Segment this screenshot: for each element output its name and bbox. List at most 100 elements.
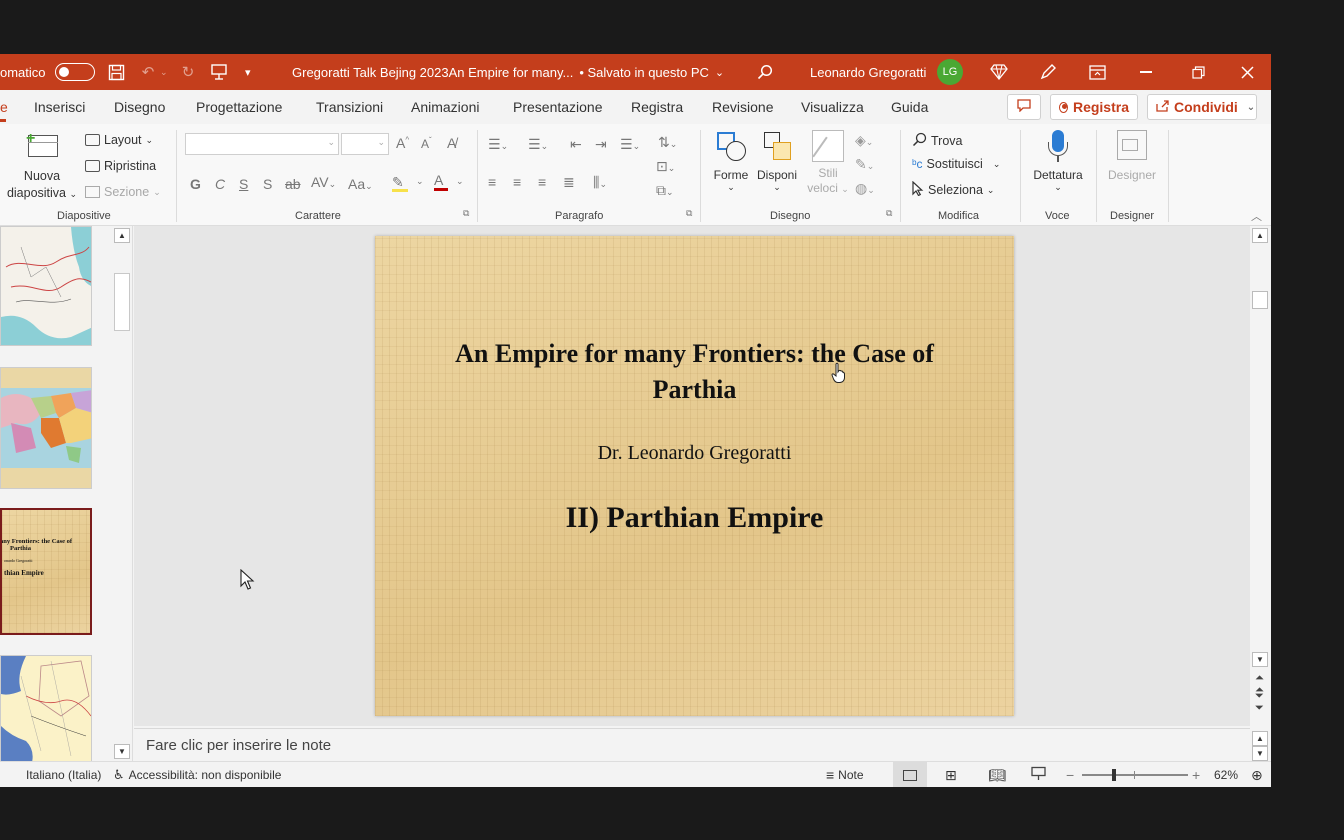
slide-title-line1[interactable]: An Empire for many Frontiers: the Case o… (375, 336, 1014, 372)
layout-button[interactable]: Layout ⌄ (85, 133, 153, 147)
dialog-launcher-icon[interactable]: ⧉ (686, 208, 692, 219)
slide-section-title[interactable]: II) Parthian Empire (375, 501, 1014, 535)
user-name[interactable]: Leonardo Gregoratti (810, 65, 926, 80)
font-color-button[interactable]: A (434, 172, 448, 191)
thumbnails-scrollbar[interactable]: ▲ ▼ (114, 226, 130, 761)
save-status[interactable]: • Salvato in questo PC (579, 65, 709, 80)
scroll-up-icon[interactable]: ▲ (1252, 228, 1268, 243)
justify-icon[interactable]: ≣ (563, 174, 575, 191)
slide-thumbnail[interactable] (0, 226, 92, 346)
record-button[interactable]: Registra (1050, 94, 1138, 120)
close-icon[interactable] (1238, 63, 1256, 81)
slide-author[interactable]: Dr. Leonardo Gregoratti (375, 442, 1014, 465)
font-name-combo[interactable]: ⌄ (185, 133, 339, 155)
underline-button[interactable]: S (239, 176, 248, 192)
select-button[interactable]: Seleziona ⌄ (912, 180, 994, 199)
undo-dropdown-icon[interactable]: ⌄ (160, 67, 168, 78)
tab-animazioni[interactable]: Animazioni (411, 99, 479, 115)
tab-registra[interactable]: Registra (631, 99, 683, 115)
save-icon[interactable] (107, 63, 125, 81)
section-button[interactable]: Sezione ⌄ (85, 185, 161, 199)
strikethrough-button[interactable]: ab (285, 176, 301, 192)
slide-title-line2[interactable]: Parthia (375, 372, 1014, 408)
title-chevron-down-icon[interactable]: ⌄ (715, 66, 724, 79)
slide-thumbnail-current[interactable]: any Frontiers: the Case of Parthia onard… (0, 508, 92, 635)
reading-view-button[interactable]: 📖︎ (988, 762, 1006, 787)
slide-sorter-button[interactable]: ⊞ (945, 762, 957, 787)
collapse-ribbon-icon[interactable]: ︿ (1251, 208, 1262, 224)
tab-disegno[interactable]: Disegno (114, 99, 165, 115)
numbering-icon[interactable]: ☰⌄ (528, 136, 548, 153)
tab-transizioni[interactable]: Transizioni (316, 99, 383, 115)
scroll-thumb[interactable] (1252, 291, 1268, 309)
zoom-slider[interactable] (1082, 762, 1188, 787)
scroll-down-icon[interactable]: ▼ (1252, 746, 1268, 761)
highlight-dropdown-icon[interactable]: ⌄ (416, 176, 424, 187)
minimize-icon[interactable] (1140, 71, 1152, 73)
share-button[interactable]: Condividi ⌄ (1147, 94, 1257, 120)
smartart-icon[interactable]: ⧉⌄ (656, 182, 674, 199)
scroll-thumb[interactable] (114, 273, 130, 331)
change-case-button[interactable]: Aa⌄ (348, 176, 373, 192)
increase-font-icon[interactable]: A^ (396, 135, 409, 151)
replace-button[interactable]: ᵇc Sostituisci ⌄ (912, 157, 1000, 171)
notes-button[interactable]: ≡ Note (826, 762, 864, 787)
fit-to-window-button[interactable]: ⊕ (1251, 762, 1263, 787)
shadow-button[interactable]: S (263, 176, 272, 192)
reset-button[interactable]: Ripristina (85, 159, 156, 173)
present-from-start-icon[interactable] (210, 63, 228, 81)
arrange-button[interactable]: Disponi ⌄ (754, 130, 800, 193)
shape-outline-icon[interactable]: ✎⌄ (855, 156, 874, 173)
search-icon[interactable] (756, 63, 774, 81)
slide-scrollbar[interactable]: ▲ ▼ ⏶ ⏶ ⏷ ⏷ (1252, 226, 1268, 726)
scroll-up-icon[interactable]: ▲ (1252, 731, 1268, 746)
slideshow-button[interactable] (1031, 762, 1046, 787)
undo-icon[interactable]: ↶ (139, 63, 157, 81)
zoom-out-button[interactable]: − (1066, 762, 1074, 787)
restore-icon[interactable] (1189, 63, 1207, 81)
clear-format-icon[interactable]: A̸ (447, 135, 456, 151)
align-left-icon[interactable]: ≡ (488, 174, 496, 190)
scroll-down-icon[interactable]: ▼ (1252, 652, 1268, 667)
next-slide-icon[interactable]: ⏷ ⏷ (1255, 690, 1264, 714)
increase-indent-icon[interactable]: ⇥ (595, 136, 607, 153)
current-slide[interactable]: An Empire for many Frontiers: the Case o… (375, 236, 1014, 716)
dialog-launcher-icon[interactable]: ⧉ (886, 208, 892, 219)
slide-thumbnail[interactable] (0, 367, 92, 489)
tab-home[interactable]: e (0, 99, 8, 115)
align-right-icon[interactable]: ≡ (538, 174, 546, 190)
zoom-level[interactable]: 62% (1214, 768, 1238, 782)
notes-scrollbar[interactable]: ▲ ▼ (1252, 731, 1268, 761)
avatar[interactable]: LG (937, 59, 963, 85)
shapes-button[interactable]: Forme ⌄ (710, 130, 752, 193)
language-indicator[interactable]: Italiano (Italia) (26, 768, 101, 782)
pen-icon[interactable] (1039, 63, 1057, 81)
tab-guida[interactable]: Guida (891, 99, 928, 115)
shape-fill-icon[interactable]: ◈⌄ (855, 132, 873, 149)
text-direction-icon[interactable]: ⇅⌄ (658, 134, 677, 151)
tab-presentazione[interactable]: Presentazione (513, 99, 603, 115)
shape-effects-icon[interactable]: ◍⌄ (855, 180, 875, 197)
autosave-toggle[interactable] (55, 63, 95, 81)
bold-button[interactable]: G (190, 176, 201, 192)
customize-toolbar-icon[interactable]: ▾ (245, 66, 251, 79)
tab-visualizza[interactable]: Visualizza (801, 99, 864, 115)
tab-progettazione[interactable]: Progettazione (196, 99, 282, 115)
quick-styles-button[interactable]: Stili veloci ⌄ (806, 130, 850, 197)
tab-revisione[interactable]: Revisione (712, 99, 773, 115)
line-spacing-icon[interactable]: ☰⌄ (620, 136, 640, 153)
font-size-combo[interactable]: ⌄ (341, 133, 389, 155)
zoom-slider-thumb[interactable] (1112, 769, 1116, 781)
spacing-button[interactable]: AV⌄ (311, 174, 336, 190)
diamond-icon[interactable] (990, 63, 1008, 81)
decrease-font-icon[interactable]: Aˇ (421, 136, 432, 151)
bullets-icon[interactable]: ☰⌄ (488, 136, 508, 153)
ribbon-display-icon[interactable] (1088, 63, 1106, 81)
redo-icon[interactable]: ↻ (179, 63, 197, 81)
italic-button[interactable]: C (215, 176, 225, 192)
tab-inserisci[interactable]: Inserisci (34, 99, 85, 115)
dictate-button[interactable]: Dettatura ⌄ (1028, 130, 1088, 193)
slide-thumbnail[interactable] (0, 655, 92, 761)
notes-placeholder[interactable]: Fare clic per inserire le note (146, 737, 331, 754)
dialog-launcher-icon[interactable]: ⧉ (463, 208, 469, 219)
